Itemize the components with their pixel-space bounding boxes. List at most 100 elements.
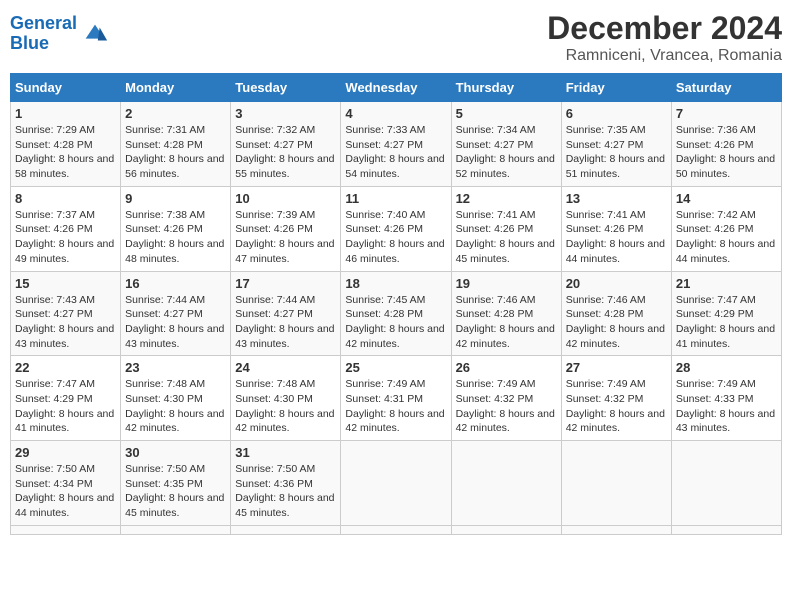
calendar-cell: 4 Sunrise: 7:33 AMSunset: 4:27 PMDayligh…: [341, 102, 451, 187]
day-number: 9: [125, 191, 226, 206]
day-number: 25: [345, 360, 446, 375]
calendar-cell: 17 Sunrise: 7:44 AMSunset: 4:27 PMDaylig…: [231, 271, 341, 356]
day-number: 24: [235, 360, 336, 375]
day-number: 13: [566, 191, 667, 206]
day-number: 23: [125, 360, 226, 375]
calendar-cell: 31 Sunrise: 7:50 AMSunset: 4:36 PMDaylig…: [231, 441, 341, 526]
day-number: 30: [125, 445, 226, 460]
day-info: Sunrise: 7:45 AMSunset: 4:28 PMDaylight:…: [345, 294, 444, 350]
weekday-header-thursday: Thursday: [451, 74, 561, 102]
calendar-cell: 22 Sunrise: 7:47 AMSunset: 4:29 PMDaylig…: [11, 356, 121, 441]
day-number: 1: [15, 106, 116, 121]
calendar-cell: 2 Sunrise: 7:31 AMSunset: 4:28 PMDayligh…: [121, 102, 231, 187]
calendar-week-3: 15 Sunrise: 7:43 AMSunset: 4:27 PMDaylig…: [11, 271, 782, 356]
calendar-cell: 15 Sunrise: 7:43 AMSunset: 4:27 PMDaylig…: [11, 271, 121, 356]
calendar-cell: 5 Sunrise: 7:34 AMSunset: 4:27 PMDayligh…: [451, 102, 561, 187]
day-info: Sunrise: 7:43 AMSunset: 4:27 PMDaylight:…: [15, 294, 114, 350]
subtitle: Ramniceni, Vrancea, Romania: [547, 47, 782, 65]
weekday-header-friday: Friday: [561, 74, 671, 102]
weekday-header-wednesday: Wednesday: [341, 74, 451, 102]
day-info: Sunrise: 7:48 AMSunset: 4:30 PMDaylight:…: [125, 378, 224, 434]
calendar-cell: [341, 525, 451, 534]
day-number: 11: [345, 191, 446, 206]
day-info: Sunrise: 7:40 AMSunset: 4:26 PMDaylight:…: [345, 209, 444, 265]
day-number: 26: [456, 360, 557, 375]
day-number: 5: [456, 106, 557, 121]
day-number: 4: [345, 106, 446, 121]
calendar-cell: [341, 441, 451, 526]
calendar-cell: 26 Sunrise: 7:49 AMSunset: 4:32 PMDaylig…: [451, 356, 561, 441]
day-info: Sunrise: 7:36 AMSunset: 4:26 PMDaylight:…: [676, 124, 775, 180]
calendar-cell: [451, 525, 561, 534]
calendar-cell: 30 Sunrise: 7:50 AMSunset: 4:35 PMDaylig…: [121, 441, 231, 526]
day-info: Sunrise: 7:49 AMSunset: 4:32 PMDaylight:…: [566, 378, 665, 434]
header: General Blue December 2024 Ramniceni, Vr…: [10, 10, 782, 65]
day-info: Sunrise: 7:37 AMSunset: 4:26 PMDaylight:…: [15, 209, 114, 265]
day-info: Sunrise: 7:42 AMSunset: 4:26 PMDaylight:…: [676, 209, 775, 265]
day-info: Sunrise: 7:32 AMSunset: 4:27 PMDaylight:…: [235, 124, 334, 180]
calendar-cell: 6 Sunrise: 7:35 AMSunset: 4:27 PMDayligh…: [561, 102, 671, 187]
calendar-cell: [231, 525, 341, 534]
weekday-header-monday: Monday: [121, 74, 231, 102]
day-info: Sunrise: 7:38 AMSunset: 4:26 PMDaylight:…: [125, 209, 224, 265]
day-number: 22: [15, 360, 116, 375]
day-number: 12: [456, 191, 557, 206]
calendar-cell: [671, 525, 781, 534]
day-info: Sunrise: 7:47 AMSunset: 4:29 PMDaylight:…: [676, 294, 775, 350]
day-info: Sunrise: 7:41 AMSunset: 4:26 PMDaylight:…: [456, 209, 555, 265]
day-info: Sunrise: 7:41 AMSunset: 4:26 PMDaylight:…: [566, 209, 665, 265]
day-info: Sunrise: 7:29 AMSunset: 4:28 PMDaylight:…: [15, 124, 114, 180]
day-number: 19: [456, 276, 557, 291]
calendar: SundayMondayTuesdayWednesdayThursdayFrid…: [10, 73, 782, 535]
day-number: 29: [15, 445, 116, 460]
calendar-cell: 28 Sunrise: 7:49 AMSunset: 4:33 PMDaylig…: [671, 356, 781, 441]
day-info: Sunrise: 7:34 AMSunset: 4:27 PMDaylight:…: [456, 124, 555, 180]
day-info: Sunrise: 7:46 AMSunset: 4:28 PMDaylight:…: [456, 294, 555, 350]
day-number: 17: [235, 276, 336, 291]
day-info: Sunrise: 7:31 AMSunset: 4:28 PMDaylight:…: [125, 124, 224, 180]
calendar-cell: [11, 525, 121, 534]
calendar-cell: 11 Sunrise: 7:40 AMSunset: 4:26 PMDaylig…: [341, 186, 451, 271]
logo: General Blue: [10, 14, 109, 54]
day-number: 27: [566, 360, 667, 375]
day-info: Sunrise: 7:33 AMSunset: 4:27 PMDaylight:…: [345, 124, 444, 180]
calendar-cell: 16 Sunrise: 7:44 AMSunset: 4:27 PMDaylig…: [121, 271, 231, 356]
calendar-cell: [451, 441, 561, 526]
title-area: December 2024 Ramniceni, Vrancea, Romani…: [547, 10, 782, 65]
weekday-header-sunday: Sunday: [11, 74, 121, 102]
calendar-cell: 3 Sunrise: 7:32 AMSunset: 4:27 PMDayligh…: [231, 102, 341, 187]
day-number: 16: [125, 276, 226, 291]
day-info: Sunrise: 7:35 AMSunset: 4:27 PMDaylight:…: [566, 124, 665, 180]
calendar-cell: 14 Sunrise: 7:42 AMSunset: 4:26 PMDaylig…: [671, 186, 781, 271]
calendar-cell: 25 Sunrise: 7:49 AMSunset: 4:31 PMDaylig…: [341, 356, 451, 441]
day-number: 14: [676, 191, 777, 206]
calendar-cell: 24 Sunrise: 7:48 AMSunset: 4:30 PMDaylig…: [231, 356, 341, 441]
day-info: Sunrise: 7:50 AMSunset: 4:35 PMDaylight:…: [125, 463, 224, 519]
calendar-cell: 8 Sunrise: 7:37 AMSunset: 4:26 PMDayligh…: [11, 186, 121, 271]
calendar-cell: 9 Sunrise: 7:38 AMSunset: 4:26 PMDayligh…: [121, 186, 231, 271]
day-info: Sunrise: 7:49 AMSunset: 4:33 PMDaylight:…: [676, 378, 775, 434]
calendar-cell: 1 Sunrise: 7:29 AMSunset: 4:28 PMDayligh…: [11, 102, 121, 187]
day-number: 18: [345, 276, 446, 291]
day-number: 8: [15, 191, 116, 206]
calendar-cell: 19 Sunrise: 7:46 AMSunset: 4:28 PMDaylig…: [451, 271, 561, 356]
logo-text: General Blue: [10, 14, 77, 54]
calendar-cell: [121, 525, 231, 534]
calendar-cell: 18 Sunrise: 7:45 AMSunset: 4:28 PMDaylig…: [341, 271, 451, 356]
calendar-cell: 20 Sunrise: 7:46 AMSunset: 4:28 PMDaylig…: [561, 271, 671, 356]
day-info: Sunrise: 7:44 AMSunset: 4:27 PMDaylight:…: [235, 294, 334, 350]
day-info: Sunrise: 7:49 AMSunset: 4:32 PMDaylight:…: [456, 378, 555, 434]
day-number: 2: [125, 106, 226, 121]
day-info: Sunrise: 7:39 AMSunset: 4:26 PMDaylight:…: [235, 209, 334, 265]
day-number: 21: [676, 276, 777, 291]
day-info: Sunrise: 7:48 AMSunset: 4:30 PMDaylight:…: [235, 378, 334, 434]
day-info: Sunrise: 7:50 AMSunset: 4:34 PMDaylight:…: [15, 463, 114, 519]
main-title: December 2024: [547, 10, 782, 47]
logo-icon: [81, 20, 109, 48]
day-number: 15: [15, 276, 116, 291]
calendar-week-5: 29 Sunrise: 7:50 AMSunset: 4:34 PMDaylig…: [11, 441, 782, 526]
calendar-cell: 10 Sunrise: 7:39 AMSunset: 4:26 PMDaylig…: [231, 186, 341, 271]
day-info: Sunrise: 7:49 AMSunset: 4:31 PMDaylight:…: [345, 378, 444, 434]
day-number: 20: [566, 276, 667, 291]
calendar-week-2: 8 Sunrise: 7:37 AMSunset: 4:26 PMDayligh…: [11, 186, 782, 271]
